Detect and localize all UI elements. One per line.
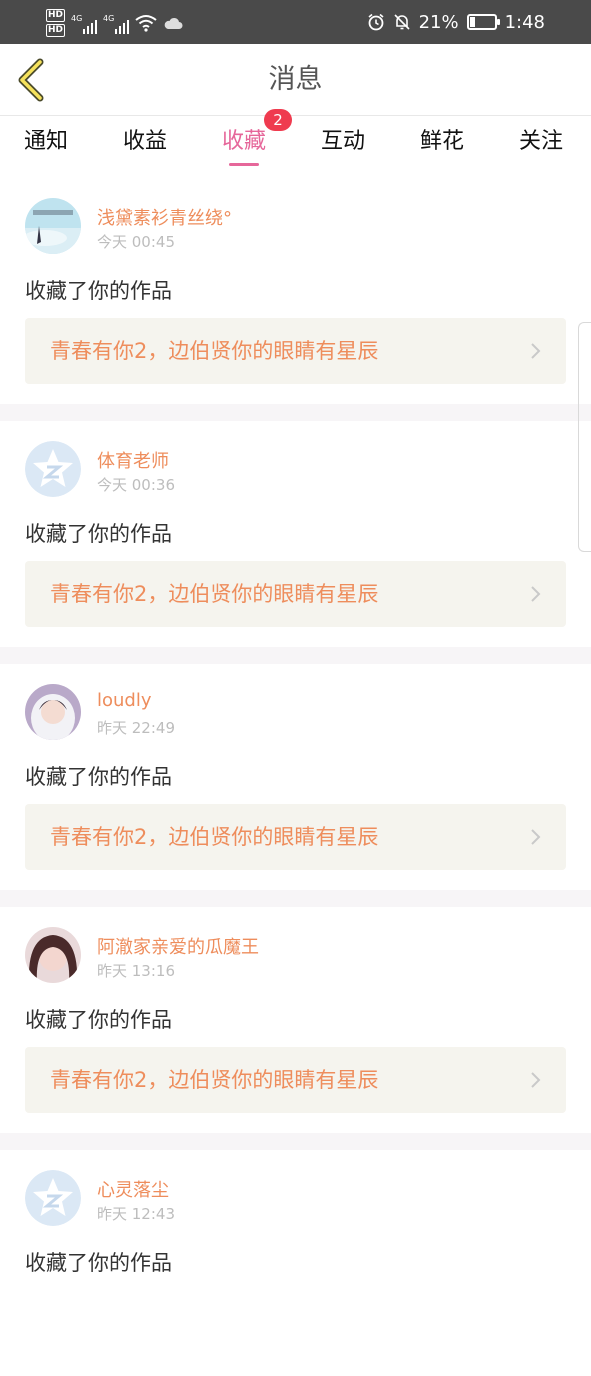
work-title: 青春有你2，边伯贤你的眼睛有星辰 [50, 582, 379, 606]
tab-interactions[interactable]: 互动 [321, 116, 365, 168]
action-text: 收藏了你的作品 [25, 765, 172, 789]
divider [0, 1133, 591, 1150]
avatar[interactable] [25, 198, 81, 254]
tab-notifications[interactable]: 通知 [24, 116, 68, 168]
signal-icon-2: 4G [103, 12, 130, 34]
tab-label: 收藏 [222, 129, 267, 154]
work-title: 青春有你2，边伯贤你的眼睛有星辰 [50, 825, 379, 849]
tab-following[interactable]: 关注 [519, 116, 563, 168]
work-link[interactable]: 青春有你2，边伯贤你的眼睛有星辰 [25, 318, 566, 384]
tab-flowers[interactable]: 鲜花 [420, 116, 464, 168]
list-item: loudly 昨天 22:49 收藏了你的作品 青春有你2，边伯贤你的眼睛有星辰 [0, 664, 591, 890]
tab-label: 收益 [123, 129, 168, 154]
hd-badge-1: HD [46, 9, 66, 22]
action-text: 收藏了你的作品 [25, 1251, 172, 1275]
signal-icon: 4G [71, 12, 98, 34]
tab-favorites[interactable]: 收藏 2 [222, 109, 293, 168]
header: 消息 [0, 44, 591, 116]
network-type-1: 4G [71, 14, 83, 23]
battery-fill [469, 17, 475, 27]
timestamp: 昨天 13:16 [97, 962, 175, 980]
network-type-2: 4G [103, 14, 115, 23]
username[interactable]: 体育老师 [97, 447, 169, 473]
status-bar: HD HD 4G 4G 21% 1:48 [0, 0, 591, 44]
avatar[interactable] [25, 927, 81, 983]
action-text: 收藏了你的作品 [25, 279, 172, 303]
tab-label: 关注 [519, 129, 564, 154]
battery-percent: 21% [418, 11, 459, 33]
chevron-right-icon [531, 829, 541, 845]
list-item: 心灵落尘 昨天 12:43 收藏了你的作品 [0, 1150, 591, 1376]
username[interactable]: 浅黛素衫青丝绕° [97, 204, 232, 230]
unread-badge: 2 [264, 109, 293, 131]
chevron-right-icon [531, 343, 541, 359]
work-title: 青春有你2，边伯贤你的眼睛有星辰 [50, 1068, 379, 1092]
divider [0, 890, 591, 907]
battery-icon [466, 14, 500, 30]
message-list: 浅黛素衫青丝绕° 今天 00:45 收藏了你的作品 青春有你2，边伯贤你的眼睛有… [0, 178, 591, 1376]
username[interactable]: 心灵落尘 [97, 1176, 169, 1202]
avatar[interactable] [25, 441, 81, 497]
tab-earnings[interactable]: 收益 [123, 116, 167, 168]
chevron-right-icon [531, 1072, 541, 1088]
clock-time: 1:48 [504, 11, 545, 33]
list-item: 浅黛素衫青丝绕° 今天 00:45 收藏了你的作品 青春有你2，边伯贤你的眼睛有… [0, 178, 591, 404]
active-tab-indicator [229, 163, 259, 166]
scroll-edge-handle[interactable] [578, 322, 591, 552]
timestamp: 昨天 12:43 [97, 1205, 175, 1223]
page-title: 消息 [268, 64, 323, 95]
bell-off-icon [393, 14, 410, 30]
work-link[interactable]: 青春有你2，边伯贤你的眼睛有星辰 [25, 804, 566, 870]
avatar[interactable] [25, 1170, 81, 1226]
action-text: 收藏了你的作品 [25, 1008, 172, 1032]
cloud-icon [164, 17, 183, 29]
timestamp: 昨天 22:49 [97, 719, 175, 737]
work-title: 青春有你2，边伯贤你的眼睛有星辰 [50, 339, 379, 363]
username[interactable]: loudly [97, 690, 152, 711]
wifi-icon [135, 15, 157, 32]
divider [0, 647, 591, 664]
divider [0, 404, 591, 421]
action-text: 收藏了你的作品 [25, 522, 172, 546]
tab-label: 鲜花 [420, 129, 465, 154]
chevron-right-icon [531, 586, 541, 602]
timestamp: 今天 00:36 [97, 476, 175, 494]
status-right: 21% 1:48 [367, 0, 545, 44]
work-link[interactable]: 青春有你2，边伯贤你的眼睛有星辰 [25, 1047, 566, 1113]
tab-label: 互动 [321, 129, 366, 154]
tab-label: 通知 [24, 129, 69, 154]
work-link[interactable]: 青春有你2，边伯贤你的眼睛有星辰 [25, 561, 566, 627]
tab-bar: 通知 收益 收藏 2 互动 鲜花 关注 [0, 109, 591, 168]
hd-indicators: HD HD [46, 9, 66, 37]
timestamp: 今天 00:45 [97, 233, 175, 251]
hd-badge-2: HD [46, 24, 66, 37]
list-item: 阿澈家亲爱的瓜魔王 昨天 13:16 收藏了你的作品 青春有你2，边伯贤你的眼睛… [0, 907, 591, 1133]
avatar[interactable] [25, 684, 81, 740]
list-item: 体育老师 今天 00:36 收藏了你的作品 青春有你2，边伯贤你的眼睛有星辰 [0, 421, 591, 647]
status-left: HD HD 4G 4G [46, 6, 183, 40]
username[interactable]: 阿澈家亲爱的瓜魔王 [97, 933, 259, 959]
alarm-icon [368, 13, 384, 31]
